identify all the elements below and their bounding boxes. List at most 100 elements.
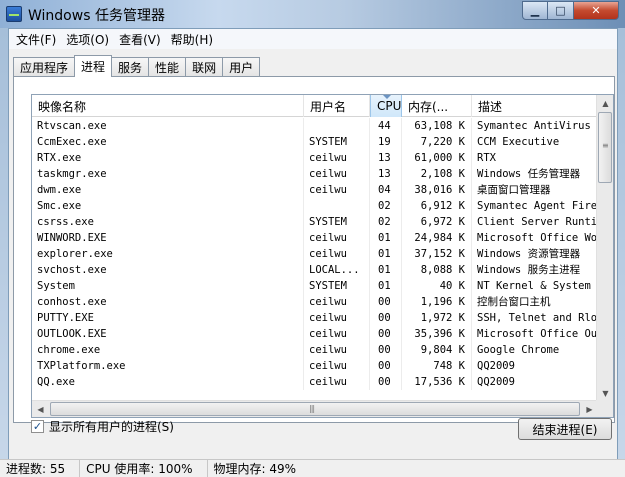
cell-user-name: SYSTEM	[304, 278, 370, 294]
table-row[interactable]: QQ.exe ceilwu 00 17,536 K QQ2009	[32, 374, 598, 390]
tab-users[interactable]: 用户	[222, 57, 261, 77]
cell-user-name: ceilwu	[304, 326, 370, 342]
table-row[interactable]: chrome.exe ceilwu 00 9,804 K Google Chrome	[32, 342, 598, 358]
column-cpu[interactable]: CPU	[370, 95, 402, 117]
table-row[interactable]: WINWORD.EXE ceilwu 01 24,984 K Microsoft Off…	[32, 230, 598, 246]
cell-user-name: ceilwu	[304, 230, 370, 246]
cell-memory: 6,972 K	[402, 214, 472, 230]
cell-user-name: ceilwu	[304, 294, 370, 310]
cell-description: RTX	[477, 152, 496, 164]
column-memory[interactable]: 内存(...	[402, 95, 472, 117]
status-process-count: 进程数: 55	[0, 459, 81, 477]
task-manager-window: Windows 任务管理器 ▁ □ ✕ 文件(F) 选项(O) 查看(V) 帮助…	[0, 0, 625, 477]
menu-view[interactable]: 查看(V)	[114, 31, 166, 48]
table-row[interactable]: System SYSTEM 01 40 K NT Kernel & System	[32, 278, 598, 294]
cell-description: Windows 服务主进程	[477, 264, 581, 276]
horizontal-scroll-thumb[interactable]: |||	[50, 402, 580, 416]
cell-image-name: svchost.exe	[32, 262, 304, 278]
tab-performance[interactable]: 性能	[148, 57, 187, 77]
vertical-scrollbar[interactable]: ▲ ≡ ▼	[596, 95, 613, 402]
cell-memory: 748 K	[402, 358, 472, 374]
menu-help[interactable]: 帮助(H)	[166, 31, 218, 48]
tab-applications[interactable]: 应用程序	[13, 57, 76, 77]
column-image-name[interactable]: 映像名称	[32, 95, 304, 117]
column-user-name[interactable]: 用户名	[304, 95, 370, 117]
cell-image-name: taskmgr.exe	[32, 166, 304, 182]
cell-image-name: OUTLOOK.EXE	[32, 326, 304, 342]
scrollbar-corner	[596, 400, 613, 417]
cell-description: SSH, Telnet and Rlo.	[477, 312, 598, 324]
cell-user-name	[304, 118, 370, 134]
table-row[interactable]: OUTLOOK.EXE ceilwu 00 35,396 K Microsoft Off…	[32, 326, 598, 342]
table-row[interactable]: taskmgr.exe ceilwu 13 2,108 K Windows 任务管理器	[32, 166, 598, 182]
table-row[interactable]: conhost.exe ceilwu 00 1,196 K 控制台窗口主机	[32, 294, 598, 310]
process-list[interactable]: 映像名称 用户名 CPU 内存(... 描述 Rtvscan.exe 44 63,1…	[31, 94, 614, 418]
column-description[interactable]: 描述	[472, 95, 598, 117]
cell-description: Symantec AntiVirus	[477, 120, 591, 132]
cell-memory: 24,984 K	[402, 230, 472, 246]
table-row[interactable]: TXPlatform.exe ceilwu 00 748 K QQ2009	[32, 358, 598, 374]
cell-cpu: 01	[370, 230, 402, 246]
cell-memory: 37,152 K	[402, 246, 472, 262]
maximize-icon: □	[555, 4, 566, 17]
column-cpu-label: CPU	[377, 99, 402, 113]
scroll-up-arrow-icon[interactable]: ▲	[597, 95, 613, 112]
minimize-button[interactable]: ▁	[522, 1, 548, 20]
vertical-scroll-thumb[interactable]: ≡	[598, 112, 612, 183]
horizontal-scrollbar[interactable]: ◀ ||| ▶	[32, 400, 598, 417]
checkbox-check-icon[interactable]: ✓	[31, 420, 44, 433]
caption-buttons: ▁ □ ✕	[522, 1, 619, 20]
cell-image-name: Smc.exe	[32, 198, 304, 214]
cell-description: Windows 任务管理器	[477, 168, 581, 180]
cell-user-name: LOCAL...	[304, 262, 370, 278]
table-row[interactable]: Rtvscan.exe 44 63,108 K Symantec AntiVirus	[32, 118, 598, 134]
table-row[interactable]: Smc.exe 02 6,912 K Symantec Agent Fire.	[32, 198, 598, 214]
cell-description: 桌面窗口管理器	[477, 184, 551, 196]
cell-image-name: csrss.exe	[32, 214, 304, 230]
close-icon: ✕	[591, 4, 601, 17]
tab-processes[interactable]: 进程	[74, 55, 113, 77]
menu-file[interactable]: 文件(F)	[11, 31, 61, 48]
scroll-left-arrow-icon[interactable]: ◀	[32, 401, 49, 417]
end-process-button[interactable]: 结束进程(E)	[518, 418, 612, 440]
minimize-icon: ▁	[530, 4, 540, 17]
cell-image-name: TXPlatform.exe	[32, 358, 304, 374]
cell-cpu: 00	[370, 342, 402, 358]
table-row[interactable]: PUTTY.EXE ceilwu 00 1,972 K SSH, Telnet and …	[32, 310, 598, 326]
table-row[interactable]: CcmExec.exe SYSTEM 19 7,220 K CCM Executive	[32, 134, 598, 150]
status-physical-memory: 物理内存: 49%	[213, 462, 297, 476]
cell-cpu: 00	[370, 374, 402, 390]
cell-description: NT Kernel & System	[477, 280, 591, 292]
tab-services[interactable]: 服务	[111, 57, 150, 77]
cell-user-name: ceilwu	[304, 374, 370, 390]
cell-memory: 1,972 K	[402, 310, 472, 326]
show-all-users-label: 显示所有用户的进程(S)	[49, 420, 174, 434]
maximize-button[interactable]: □	[548, 1, 574, 20]
cell-cpu: 04	[370, 182, 402, 198]
cell-description: Microsoft Office Ou.	[477, 328, 598, 340]
table-row[interactable]: dwm.exe ceilwu 04 38,016 K 桌面窗口管理器	[32, 182, 598, 198]
cell-user-name: SYSTEM	[304, 214, 370, 230]
table-row[interactable]: RTX.exe ceilwu 13 61,000 K RTX	[32, 150, 598, 166]
cell-cpu: 01	[370, 246, 402, 262]
tab-networking[interactable]: 联网	[185, 57, 224, 77]
menu-bar: 文件(F) 选项(O) 查看(V) 帮助(H)	[9, 29, 617, 49]
table-row[interactable]: csrss.exe SYSTEM 02 6,972 K Client Server Ru…	[32, 214, 598, 230]
cell-cpu: 02	[370, 198, 402, 214]
cell-image-name: WINWORD.EXE	[32, 230, 304, 246]
table-row[interactable]: svchost.exe LOCAL... 01 8,088 K Windows 服务主进…	[32, 262, 598, 278]
table-row[interactable]: explorer.exe ceilwu 01 37,152 K Windows 资源管理…	[32, 246, 598, 262]
close-button[interactable]: ✕	[574, 1, 619, 20]
window-title: Windows 任务管理器	[28, 8, 165, 24]
cell-cpu: 00	[370, 310, 402, 326]
cell-cpu: 00	[370, 358, 402, 374]
cell-memory: 35,396 K	[402, 326, 472, 342]
cell-description: QQ2009	[477, 360, 515, 372]
status-cpu-usage: CPU 使用率: 100%	[80, 459, 208, 477]
tab-strip: 应用程序 进程 服务 性能 联网 用户	[13, 55, 261, 77]
cell-description: Windows 资源管理器	[477, 248, 581, 260]
title-bar[interactable]: Windows 任务管理器 ▁ □ ✕	[0, 0, 625, 28]
cell-cpu: 01	[370, 278, 402, 294]
menu-options[interactable]: 选项(O)	[61, 31, 114, 48]
show-all-users-checkbox[interactable]: ✓ 显示所有用户的进程(S)	[31, 418, 174, 435]
